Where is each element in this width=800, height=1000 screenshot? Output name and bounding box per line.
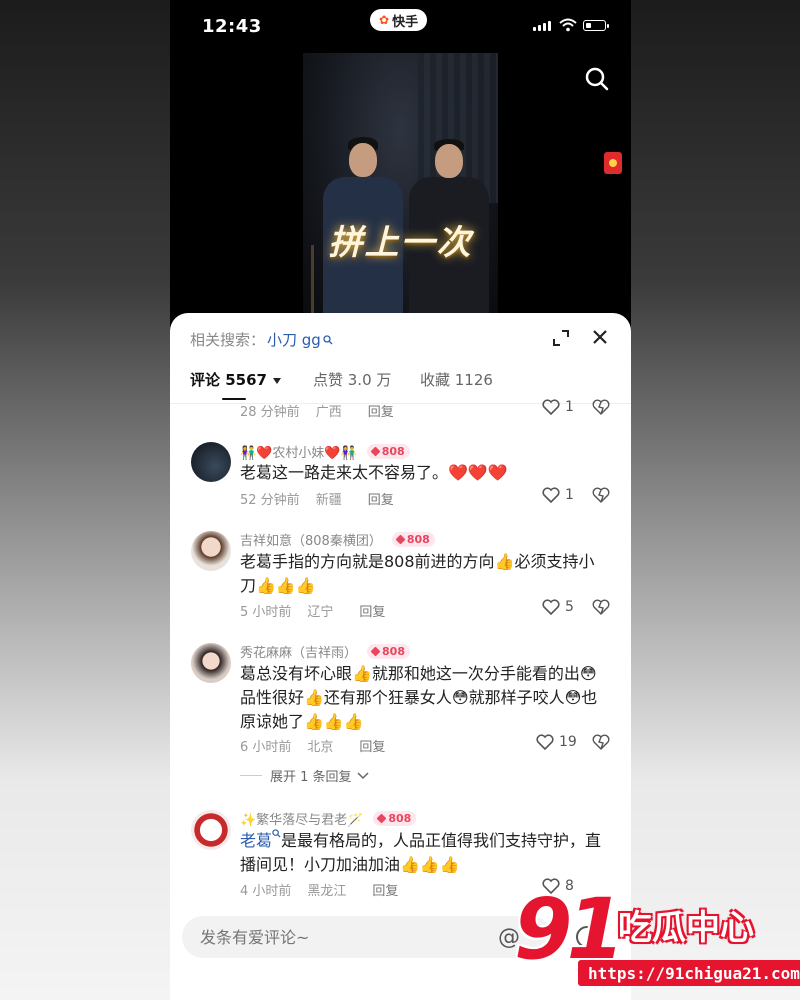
comment-location: 北京 [307,740,334,755]
comment-location: 新疆 [315,493,342,508]
like-count: 5 [565,599,574,615]
comment-location: 黑龙江 [307,884,347,899]
heart-icon [542,599,560,615]
like-count: 1 [565,487,574,503]
comment-username[interactable]: 👫❤️农村小妹❤️👫 808 [240,442,410,461]
battery-icon [583,20,609,31]
comment-meta: 52 分钟前 新疆 回复 [240,489,394,508]
heart-icon [542,487,560,503]
reply-button[interactable]: 回复 [359,601,385,620]
comment-meta: 6 小时前 北京 回复 [240,736,385,755]
status-time: 12:43 [202,16,262,37]
wifi-icon [559,18,577,32]
site-watermark: 91 吃瓜中心 https://91chigua21.com [510,880,800,1000]
red-envelope-icon[interactable] [604,152,622,174]
like-button[interactable]: 19 [536,734,577,750]
related-search-label: 相关搜索： [190,331,266,349]
avatar[interactable] [191,643,231,683]
dislike-icon[interactable] [592,734,610,750]
comment-item: 吉祥如意（808秦横团） 808 老葛手指的方向就是808前进的方向👍必须支持小… [170,528,631,628]
comment-item: 秀花麻麻（吉祥雨） 808 葛总没有坏心眼👍就那和她这一次分手能看的出😳品性很好… [170,640,631,790]
comment-item: 28 分钟前 广西 回复 1 [170,399,631,423]
comment-meta: 4 小时前 黑龙江 回复 [240,880,398,899]
comment-input[interactable] [198,926,482,948]
dislike-icon[interactable] [592,487,610,503]
comment-username[interactable]: ✨繁华落尽与君老🪄 808 [240,809,417,828]
comment-meta: 28 分钟前 广西 回复 [240,401,394,420]
expand-replies-button[interactable]: 展开 1 条回复 [240,766,369,785]
reply-button[interactable]: 回复 [368,489,394,508]
comment-time: 6 小时前 [240,740,292,755]
comment-time: 4 小时前 [240,884,292,899]
watermark-text: 吃瓜中心 [618,908,754,948]
like-count: 19 [559,734,577,750]
comment-text: 葛总没有坏心眼👍就那和她这一次分手能看的出😳品性很好👍还有那个狂暴女人😳就那样子… [240,664,598,731]
fan-badge: 808 [367,644,410,659]
tab-likes[interactable]: 点赞 3.0 万 [313,369,391,390]
dropdown-caret-icon [272,377,281,384]
avatar[interactable] [191,442,231,482]
heart-icon [536,734,554,750]
comment-text: 老葛这一路走来太不容易了。❤️❤️❤️ [240,463,508,482]
comment-item: 👫❤️农村小妹❤️👫 808 老葛这一路走来太不容易了。❤️❤️❤️ 52 分钟… [170,439,631,515]
reply-button[interactable]: 回复 [359,736,385,755]
expand-icon[interactable] [553,330,569,346]
comment-username[interactable]: 吉祥如意（808秦横团） 808 [240,530,435,549]
fan-badge: 808 [373,811,417,826]
app-name: 快手 [392,14,419,30]
mention-link[interactable]: 老葛 [240,831,272,850]
watermark-url: https://91chigua21.com [578,960,800,986]
status-bar: 12:43 ✿ 快手 [170,0,631,52]
avatar[interactable] [191,531,231,571]
like-button[interactable]: 1 [542,487,574,503]
like-count: 1 [565,399,574,415]
like-button[interactable]: 1 [542,399,574,415]
video-caption: 拼上一次 [328,223,473,263]
comment-username[interactable]: 秀花麻麻（吉祥雨） 808 [240,642,410,661]
video-player[interactable]: 拼上一次 [303,53,498,315]
fan-badge: 808 [391,532,435,547]
dislike-icon[interactable] [592,599,610,615]
comment-location: 辽宁 [307,605,334,620]
comment-meta: 5 小时前 辽宁 回复 [240,601,385,620]
comment-time: 28 分钟前 [240,405,300,420]
comment-text: 老葛手指的方向就是808前进的方向👍必须支持小刀👍👍👍 [240,552,595,595]
like-button[interactable]: 5 [542,599,574,615]
comment-time: 5 小时前 [240,605,292,620]
app-indicator[interactable]: ✿ 快手 [370,9,428,31]
kuaishou-logo-icon: ✿ [379,13,390,27]
related-search-keyword[interactable]: 小刀 gg [267,329,321,350]
dislike-icon[interactable] [592,399,610,415]
comment-input-bar[interactable]: @ [182,916,552,958]
cellular-signal-icon [533,21,551,31]
tab-favorites[interactable]: 收藏 1126 [420,369,493,390]
search-icon[interactable] [584,66,610,92]
reply-button[interactable]: 回复 [372,880,398,899]
avatar[interactable] [191,810,231,850]
comment-location: 广西 [315,405,342,420]
heart-icon [542,399,560,415]
comment-text: 老葛 是最有格局的，人品正值得我们支持守护，直播间见！小刀加油加油👍👍👍 [240,829,602,874]
comment-time: 52 分钟前 [240,493,300,508]
reply-button[interactable]: 回复 [368,401,394,420]
close-icon[interactable] [592,329,608,345]
search-small-icon [272,829,281,838]
phone-screen: 12:43 ✿ 快手 拼上一次 相关搜索： 小刀 gg 评论 5567 点赞 3… [170,0,631,1000]
tab-comments[interactable]: 评论 5567 [190,369,281,390]
fan-badge: 808 [366,444,410,459]
chevron-down-icon [357,771,369,779]
search-small-icon [323,334,333,344]
related-search[interactable]: 相关搜索： 小刀 gg [190,329,333,350]
